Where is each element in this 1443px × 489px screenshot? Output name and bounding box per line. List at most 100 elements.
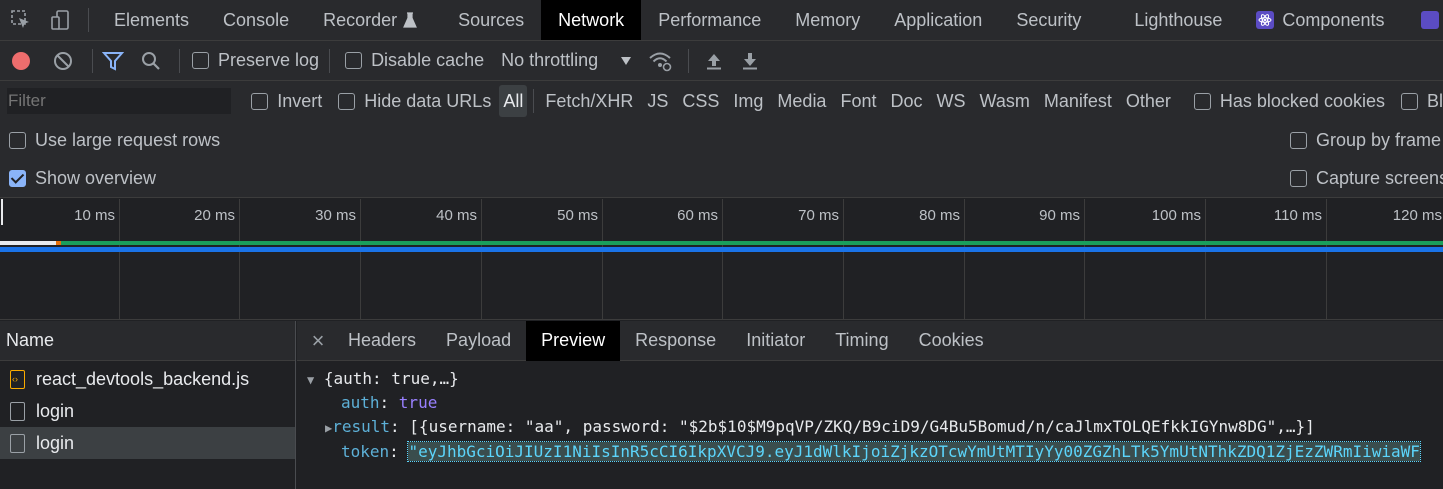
tab-network-label: Network [558, 9, 625, 30]
tree-root[interactable]: ▼ {auth: true,…} [307, 369, 459, 388]
request-row-selected[interactable]: login [0, 427, 295, 459]
request-row[interactable]: login [0, 395, 295, 427]
preserve-log-label: Preserve log [218, 50, 320, 70]
tab-timing[interactable]: Timing [820, 321, 903, 361]
has-blocked-cookies-label: Has blocked cookies [1219, 90, 1385, 111]
group-by-frame-label: Group by frame [1316, 129, 1442, 150]
request-list: Name react_devtools_backend.js login log… [0, 321, 296, 489]
has-blocked-cookies-checkbox[interactable] [1193, 92, 1211, 110]
tab-network[interactable]: Network [541, 0, 642, 40]
tab-security[interactable]: Security [999, 0, 1098, 40]
token-value: "eyJhbGciOiJIUzI1NiIsInR5cCI6IkpXVCJ9.ey… [407, 441, 1421, 462]
timeline-gridline [481, 199, 482, 319]
tab-application-label: Application [894, 9, 983, 30]
tab-memory[interactable]: Memory [778, 0, 877, 40]
invert-checkbox[interactable] [251, 92, 269, 110]
tree-node-auth[interactable]: auth: true [341, 393, 437, 412]
tree-node-result[interactable]: ▶result: [{username: "aa", password: "$2… [325, 417, 1315, 436]
timeline-gridline [602, 199, 603, 319]
tab-memory-label: Memory [795, 9, 861, 30]
filter-type-fetch-xhr[interactable]: Fetch/XHR [538, 85, 640, 117]
filter-type-js[interactable]: JS [640, 85, 675, 117]
tab-lighthouse[interactable]: Lighthouse [1098, 0, 1239, 40]
devtools-tab-bar: Elements Console Recorder Sources Networ… [0, 0, 1443, 41]
filter-type-other[interactable]: Other [1119, 85, 1178, 117]
large-rows-checkbox[interactable] [9, 131, 26, 149]
tab-preview[interactable]: Preview [526, 320, 621, 361]
preserve-log-checkbox[interactable] [192, 52, 209, 69]
name-column-header[interactable]: Name [0, 321, 295, 361]
tab-response[interactable]: Response [620, 321, 731, 361]
request-row[interactable]: react_devtools_backend.js [0, 363, 295, 395]
tab-application[interactable]: Application [877, 0, 999, 40]
tab-sources[interactable]: Sources [434, 0, 541, 40]
network-overview[interactable]: 10 ms 20 ms 30 ms 40 ms 50 ms 60 ms 70 ms 80 ms… [0, 199, 1443, 320]
hide-data-urls-checkbox[interactable] [338, 92, 356, 110]
overview-bar-green [60, 241, 1443, 245]
tree-root-text: {auth: true,…} [323, 369, 459, 388]
clear-icon[interactable] [42, 41, 84, 80]
tab-timing-label: Timing [835, 330, 889, 350]
result-value: [{username: "aa", password: "$2b$10$M9pq… [409, 417, 1315, 436]
colon: : [390, 417, 410, 436]
tab-components-label: Components [1282, 9, 1385, 30]
tab-cookies[interactable]: Cookies [904, 321, 999, 361]
filter-type-css[interactable]: CSS [675, 85, 726, 117]
timeline-gridline [1326, 199, 1327, 319]
filter-input[interactable] [7, 88, 232, 114]
expand-arrow-open-icon: ▼ [307, 373, 315, 387]
tab-performance[interactable]: Performance [641, 0, 778, 40]
auth-key: auth [341, 393, 380, 412]
tab-initiator[interactable]: Initiator [731, 321, 820, 361]
filter-type-wasm[interactable]: Wasm [973, 85, 1037, 117]
timeline-tick-label: 40 ms [436, 207, 477, 224]
capture-screenshots-checkbox[interactable] [1290, 169, 1307, 187]
filter-type-doc[interactable]: Doc [883, 85, 929, 117]
import-har-icon[interactable] [697, 41, 731, 80]
filter-icon[interactable] [101, 41, 125, 80]
tab-payload[interactable]: Payload [431, 321, 526, 361]
tab-preview-label: Preview [541, 330, 606, 350]
request-detail-pane: × Headers Payload Preview Response Initi… [297, 320, 1443, 489]
filter-type-all[interactable]: All [499, 85, 528, 117]
overview-bar-orange [56, 241, 61, 245]
tab-recorder[interactable]: Recorder [306, 0, 434, 40]
group-by-frame-checkbox[interactable] [1290, 131, 1307, 149]
tab-console[interactable]: Console [206, 0, 306, 40]
flask-icon [403, 12, 418, 28]
tab-lighthouse-label: Lighthouse [1134, 9, 1223, 30]
timeline-tick-label: 90 ms [1039, 207, 1080, 224]
tree-node-token[interactable]: token: "eyJhbGciOiJIUzI1NiIsInR5cCI6IkpX… [341, 441, 1421, 462]
inspect-element-icon[interactable] [0, 0, 42, 40]
filter-type-manifest[interactable]: Manifest [1037, 85, 1119, 117]
timeline-gridline [1205, 199, 1206, 319]
profiler-tab-icon[interactable] [1421, 11, 1440, 29]
tab-elements[interactable]: Elements [97, 0, 206, 40]
show-overview-checkbox[interactable] [9, 169, 26, 187]
disable-cache-checkbox[interactable] [345, 52, 363, 69]
blocked-requests-checkbox[interactable] [1400, 92, 1418, 110]
filter-type-media[interactable]: Media [770, 85, 833, 117]
search-icon[interactable] [131, 41, 171, 80]
throttling-select[interactable]: No throttling [501, 50, 632, 71]
close-icon[interactable]: × [297, 328, 333, 354]
filter-type-font[interactable]: Font [833, 85, 883, 117]
filter-type-ws[interactable]: WS [930, 85, 973, 117]
tab-initiator-label: Initiator [746, 330, 806, 350]
device-toolbar-icon[interactable] [42, 0, 80, 40]
timeline-tick-label: 50 ms [557, 207, 598, 224]
timeline-gridline [119, 199, 120, 319]
tab-components[interactable]: Components [1239, 0, 1401, 40]
export-har-icon[interactable] [731, 41, 769, 80]
tab-headers-label: Headers [348, 330, 417, 350]
capture-screenshots-label: Capture screensh [1316, 167, 1443, 188]
network-conditions-icon[interactable] [640, 41, 680, 80]
tab-headers[interactable]: Headers [333, 321, 431, 361]
record-button[interactable] [0, 41, 42, 80]
options-row-1: Use large request rows Group by frame [0, 121, 1443, 159]
filter-type-img[interactable]: Img [726, 85, 770, 117]
document-file-icon [10, 401, 25, 421]
separator [329, 48, 331, 73]
throttling-value: No throttling [501, 50, 599, 70]
detail-tab-bar: × Headers Payload Preview Response Initi… [297, 320, 1443, 361]
